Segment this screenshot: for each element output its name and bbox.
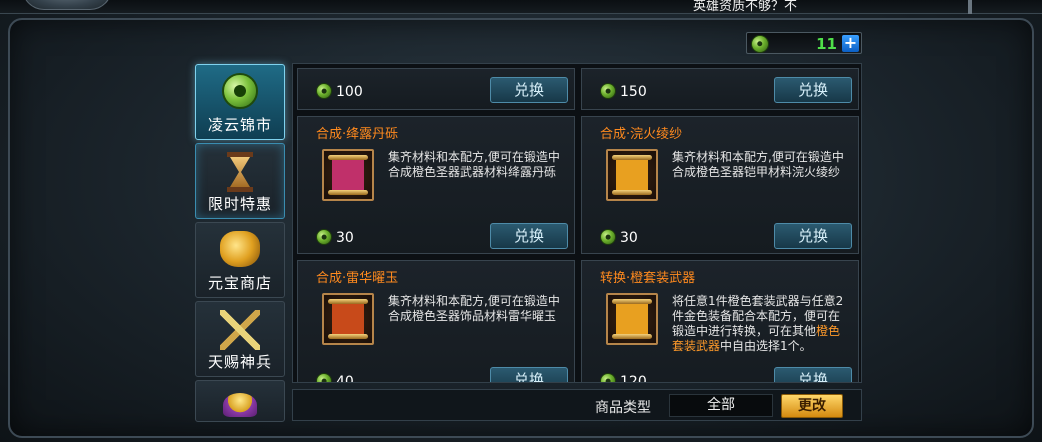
weapon-icon [220, 310, 260, 350]
scroll-paper [332, 301, 364, 337]
scroll-rod [612, 299, 652, 304]
shop-card: 150 兑换 [581, 68, 859, 110]
jade-coin-icon [751, 35, 769, 53]
sidebar-item-limited-offer[interactable]: 限时特惠 [195, 143, 285, 219]
sidebar-item-lotus[interactable] [195, 380, 285, 422]
jade-coin-icon [316, 229, 332, 245]
scroll-paper [332, 157, 364, 193]
scroll-icon[interactable] [606, 149, 658, 201]
jade-coin-icon [222, 73, 258, 109]
scroll-icon[interactable] [322, 149, 374, 201]
item-title: 合成·浣火绫纱 [600, 127, 683, 142]
item-price: 100 [336, 84, 363, 100]
filter-label: 商品类型 [595, 400, 651, 416]
exchange-button[interactable]: 兑换 [774, 223, 852, 249]
gold-pot-icon [220, 231, 260, 267]
scroll-rod [328, 299, 368, 304]
exchange-button[interactable]: 兑换 [774, 367, 852, 382]
scroll-icon[interactable] [322, 293, 374, 345]
shop-card: 转换·橙套装武器 将任意1件橙色套装武器与任意2件金色装备配合本配方，便可在锻造… [581, 260, 859, 383]
sidebar-item-label: 元宝商店 [207, 274, 272, 292]
exchange-button[interactable]: 兑换 [490, 77, 568, 103]
top-bar: 英雄资质不够？不 [0, 0, 1042, 14]
scroll-rod [612, 155, 652, 160]
shop-card: 100 兑换 [297, 68, 575, 110]
scroll-rod [328, 155, 368, 160]
shop-card: 合成·浣火绫纱 集齐材料和本配方,便可在锻造中合成橙色圣器铠甲材料浣火绫纱 30… [581, 116, 859, 254]
price-row: 100 [316, 83, 363, 100]
lotus-icon [223, 393, 257, 417]
jade-coin-icon [316, 373, 332, 382]
scroll-icon[interactable] [606, 293, 658, 345]
shop-card: 合成·雷华曜玉 集齐材料和本配方,便可在锻造中合成橙色圣器饰品材料雷华曜玉 40… [297, 260, 575, 383]
scroll-rod [612, 190, 652, 195]
desc-text: 中自由选择1个。 [720, 339, 812, 353]
scroll-rod [328, 190, 368, 195]
change-filter-button[interactable]: 更改 [781, 394, 843, 418]
scroll-paper [616, 301, 648, 337]
scroll-paper [616, 157, 648, 193]
exchange-button[interactable]: 兑换 [490, 223, 568, 249]
hourglass-icon [227, 152, 253, 192]
item-title: 合成·雷华曜玉 [316, 271, 399, 286]
item-price: 40 [336, 374, 354, 383]
currency-amount: 11 [816, 35, 837, 53]
item-title: 合成·绛露丹砾 [316, 127, 399, 142]
add-currency-button[interactable]: + [842, 35, 859, 52]
shop-item-grid[interactable]: 100 兑换 150 兑换 合成·绛露丹砾 集齐材料和本配方,便可在锻造中合成橙… [292, 63, 862, 383]
filter-bar: 商品类型 全部 更改 [292, 389, 862, 421]
jade-coin-icon [600, 83, 616, 99]
currency-display: 11 + [746, 32, 862, 54]
sidebar-item-lingyun-market[interactable]: 凌云锦市 [195, 64, 285, 140]
sidebar-item-divine-weapon[interactable]: 天赐神兵 [195, 301, 285, 377]
price-row: 40 [316, 373, 354, 383]
item-description: 将任意1件橙色套装武器与任意2件金色装备配合本配方，便可在锻造中进行转换，可在其… [672, 294, 848, 354]
price-row: 120 [600, 373, 647, 383]
jade-coin-icon [316, 83, 332, 99]
exchange-button[interactable]: 兑换 [774, 77, 852, 103]
item-description: 集齐材料和本配方,便可在锻造中合成橙色圣器武器材料绛露丹砾 [388, 150, 560, 179]
scroll-rod [328, 334, 368, 339]
filter-value-field[interactable]: 全部 [669, 394, 773, 417]
price-row: 30 [316, 229, 354, 246]
top-hint-text: 英雄资质不够？不 [693, 0, 798, 14]
shop-sidebar: 凌云锦市 限时特惠 元宝商店 天赐神兵 [195, 64, 285, 425]
jade-coin-icon [600, 373, 616, 382]
item-description: 集齐材料和本配方,便可在锻造中合成橙色圣器饰品材料雷华曜玉 [388, 294, 560, 323]
sidebar-item-label: 限时特惠 [207, 195, 272, 213]
item-title: 转换·橙套装武器 [600, 271, 696, 286]
top-emblem-icon [22, 0, 112, 10]
jade-coin-icon [600, 229, 616, 245]
price-row: 30 [600, 229, 638, 246]
item-price: 150 [620, 84, 647, 100]
scroll-rod [612, 334, 652, 339]
sidebar-item-label: 天赐神兵 [207, 353, 272, 371]
item-price: 30 [336, 230, 354, 246]
top-divider [968, 0, 972, 14]
price-row: 150 [600, 83, 647, 100]
exchange-button[interactable]: 兑换 [490, 367, 568, 382]
item-price: 30 [620, 230, 638, 246]
item-description: 集齐材料和本配方,便可在锻造中合成橙色圣器铠甲材料浣火绫纱 [672, 150, 844, 179]
shop-card: 合成·绛露丹砾 集齐材料和本配方,便可在锻造中合成橙色圣器武器材料绛露丹砾 30… [297, 116, 575, 254]
item-price: 120 [620, 374, 647, 383]
sidebar-item-label: 凌云锦市 [207, 116, 272, 134]
sidebar-item-yuanbao-shop[interactable]: 元宝商店 [195, 222, 285, 298]
